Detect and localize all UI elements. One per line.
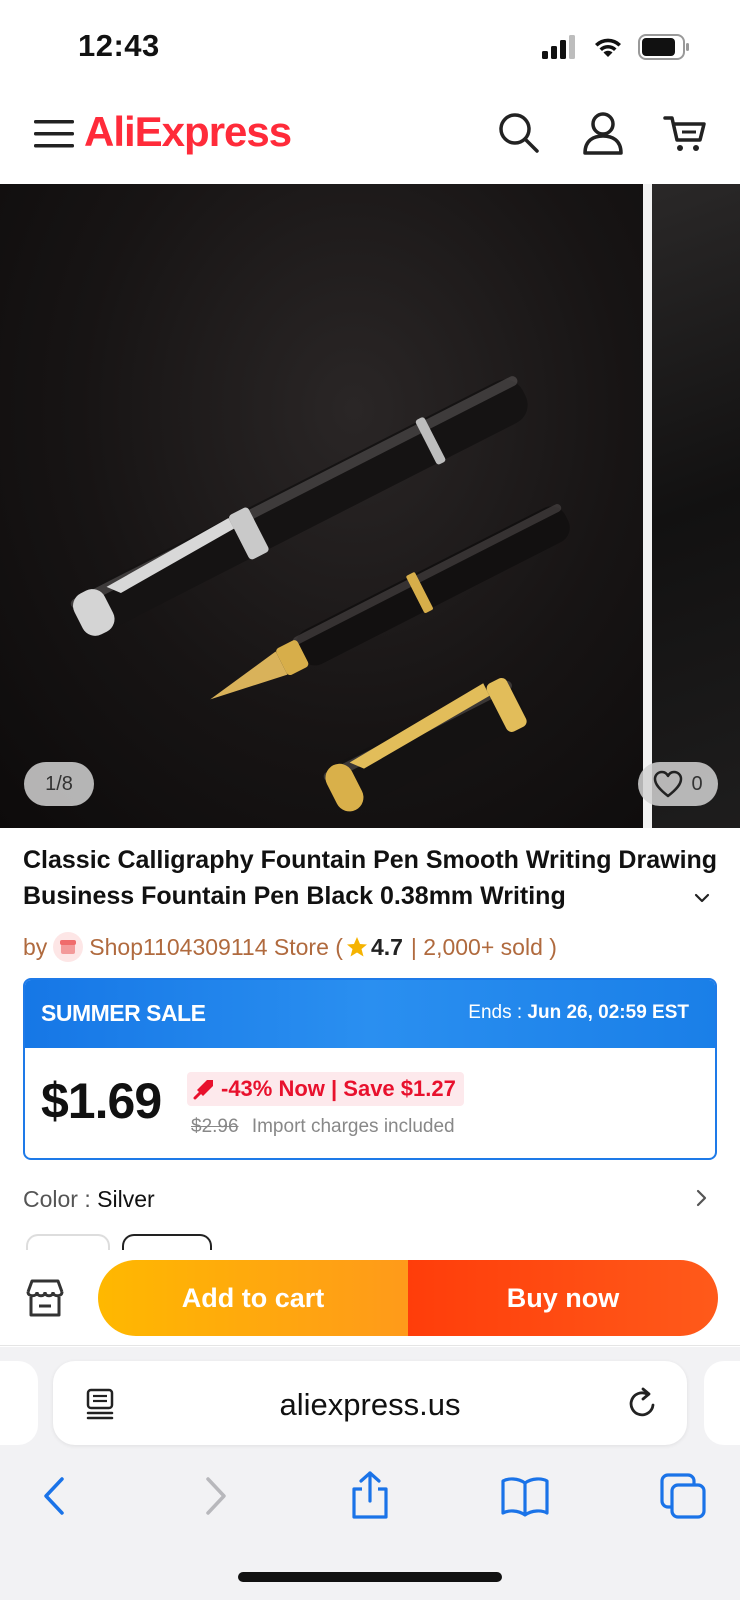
tabs-icon[interactable]: [658, 1471, 708, 1521]
browser-toolbar: aliexpress.us: [0, 1347, 740, 1600]
url-text[interactable]: aliexpress.us: [53, 1387, 687, 1423]
add-to-cart-button[interactable]: Add to cart: [98, 1260, 408, 1336]
forward-icon[interactable]: [190, 1471, 240, 1521]
sale-ends-label: Ends :: [468, 1002, 523, 1023]
chevron-right-icon[interactable]: [692, 1186, 712, 1210]
address-bar[interactable]: aliexpress.us: [53, 1361, 687, 1445]
original-price-line: $2.96 Import charges included: [191, 1116, 455, 1138]
search-icon[interactable]: [496, 110, 542, 156]
battery-icon: [638, 34, 689, 60]
store-icon[interactable]: [24, 1278, 66, 1318]
next-tab[interactable]: [704, 1361, 740, 1445]
wishlist-button[interactable]: 0: [638, 762, 718, 806]
reload-icon[interactable]: [625, 1385, 661, 1421]
color-label: Color :: [23, 1186, 91, 1212]
flash-tag-icon: [193, 1080, 213, 1100]
chevron-down-icon[interactable]: [692, 888, 712, 908]
back-icon[interactable]: [30, 1471, 80, 1521]
product-title: Classic Calligraphy Fountain Pen Smooth …: [23, 846, 718, 910]
current-price: $1.69: [41, 1073, 162, 1129]
color-selector[interactable]: Color : Silver: [23, 1186, 155, 1213]
sale-ends: Ends : Jun 26, 02:59 EST: [468, 1002, 689, 1024]
share-icon[interactable]: [345, 1471, 395, 1521]
wishlist-count: 0: [691, 772, 703, 795]
color-value: Silver: [97, 1186, 155, 1212]
site-header: AliExpress: [0, 96, 740, 182]
buy-now-button[interactable]: Buy now: [408, 1260, 718, 1336]
logo-text: AliExpress: [84, 108, 292, 155]
status-time: 12:43: [78, 28, 160, 63]
sold-count: | 2,000+ sold ): [410, 933, 557, 960]
store-prefix: by: [23, 933, 48, 960]
sale-header: SUMMER SALE Ends : Jun 26, 02:59 EST: [25, 980, 715, 1048]
home-indicator[interactable]: [238, 1572, 502, 1582]
status-icons: [542, 34, 690, 60]
menu-icon[interactable]: [34, 114, 74, 154]
sale-box: SUMMER SALE Ends : Jun 26, 02:59 EST $1.…: [23, 978, 717, 1160]
original-price: $2.96: [191, 1116, 239, 1137]
wifi-icon: [595, 38, 621, 57]
store-avatar: [53, 932, 84, 962]
cart-icon[interactable]: [662, 110, 708, 156]
store-line[interactable]: by Shop1104309114 Store ( 4.7 | 2,000+ s…: [23, 932, 557, 962]
store-name[interactable]: Shop1104309114 Store (: [89, 934, 343, 961]
sale-title: SUMMER SALE: [41, 1000, 206, 1026]
discount-text: -43% Now | Save $1.27: [221, 1076, 456, 1101]
import-note: Import charges included: [251, 1116, 455, 1137]
next-product-image[interactable]: [652, 184, 740, 828]
star-icon: [346, 937, 367, 957]
browser-nav: [0, 1463, 740, 1527]
account-icon[interactable]: [580, 110, 626, 156]
product-gallery[interactable]: 1/8 0: [0, 184, 740, 828]
previous-tab[interactable]: [0, 1361, 38, 1445]
action-bar: Add to cart Buy now: [0, 1250, 740, 1346]
sale-ends-value: Jun 26, 02:59 EST: [527, 1002, 689, 1023]
heart-icon: [654, 770, 683, 798]
product-image[interactable]: [0, 184, 643, 828]
aliexpress-logo[interactable]: AliExpress: [84, 108, 292, 156]
bookmarks-icon[interactable]: [500, 1471, 550, 1521]
store-rating: 4.7: [370, 933, 403, 960]
image-counter: 1/8: [24, 762, 94, 806]
store-badge-icon: [60, 940, 77, 954]
signal-icon: [542, 35, 575, 59]
discount-badge: -43% Now | Save $1.27: [187, 1072, 464, 1106]
fountain-pen-illustration: [70, 376, 570, 812]
status-bar: 12:43: [0, 0, 740, 96]
